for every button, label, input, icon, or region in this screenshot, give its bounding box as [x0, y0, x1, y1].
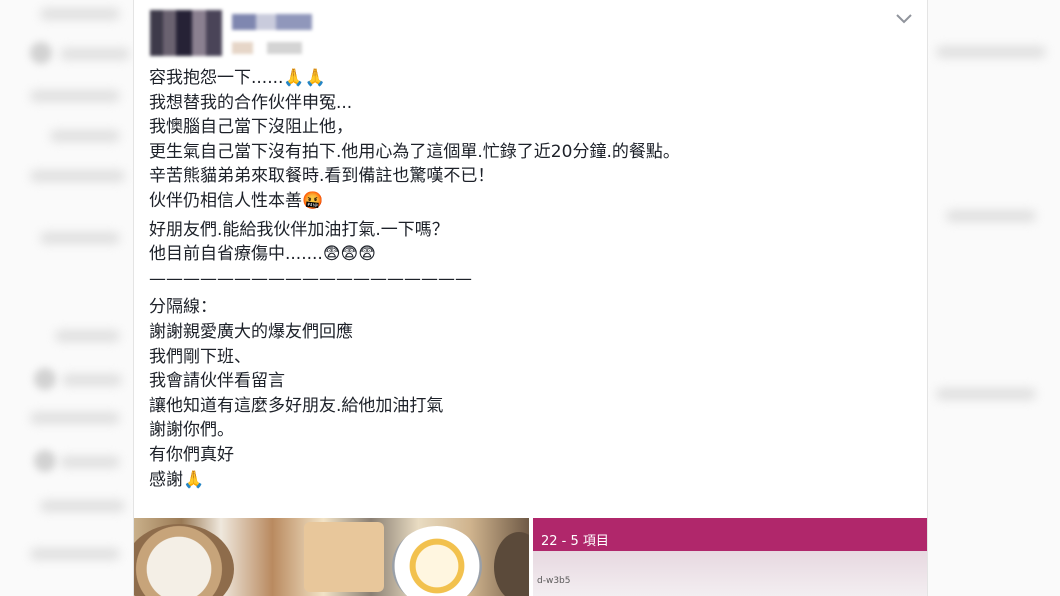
post-line: 我們剛下班、 [149, 346, 251, 367]
screen-text: 22 - 5 項目 [541, 534, 609, 549]
screen-subtext: d-w3b5 [537, 576, 571, 586]
post-line: 謝謝親愛廣大的爆友們回應 [149, 321, 353, 342]
post-line: 伙伴仍相信人性本善🤬 [149, 190, 324, 211]
post-line: 我會請伙伴看留言 [149, 371, 285, 392]
post-line: 讓他知道有這麼多好朋友.給他加油打氣 [149, 395, 444, 416]
avatar[interactable] [150, 10, 222, 56]
food-photo[interactable] [134, 518, 529, 596]
author-name-blurred[interactable] [232, 14, 312, 30]
post-line: 我想替我的合作伙伴申冤... [149, 92, 353, 113]
post-line: 他目前自省療傷中.......😨😨😨 [149, 244, 376, 265]
post-line: 有你們真好 [149, 444, 234, 465]
facebook-post: 容我抱怨一下......🙏🙏 我想替我的合作伙伴申冤... 我懊腦自己當下沒阻止… [133, 0, 928, 596]
blurred-background-right [926, 0, 1060, 596]
screenshot-photo[interactable]: 22 - 5 項目 d-w3b5 [533, 518, 927, 596]
post-line: 辛苦熊貓弟弟來取餐時.看到備註也驚嘆不已！ [149, 166, 495, 187]
post-meta-blurred [232, 42, 302, 54]
post-line: 我懊腦自己當下沒阻止他， [149, 117, 353, 138]
separator-line: ——————————————————— [149, 268, 472, 289]
post-line: 更生氣自己當下沒有拍下.他用心為了這個單.忙錄了近20分鐘.的餐點。 [149, 141, 680, 162]
post-line: 容我抱怨一下......🙏🙏 [149, 68, 326, 88]
post-line: 謝謝你們。 [149, 420, 234, 441]
post-line: 好朋友們.能給我伙伴加油打氣.一下嗎？ [149, 219, 449, 240]
blurred-background-left [0, 0, 133, 596]
post-line: 分隔線： [149, 297, 217, 318]
post-line: 感謝🙏 [149, 469, 205, 490]
chevron-down-icon[interactable] [895, 10, 913, 28]
post-text: 容我抱怨一下......🙏🙏 我想替我的合作伙伴申冤... 我懊腦自己當下沒阻止… [149, 66, 909, 492]
photo-grid: 22 - 5 項目 d-w3b5 [134, 518, 927, 596]
